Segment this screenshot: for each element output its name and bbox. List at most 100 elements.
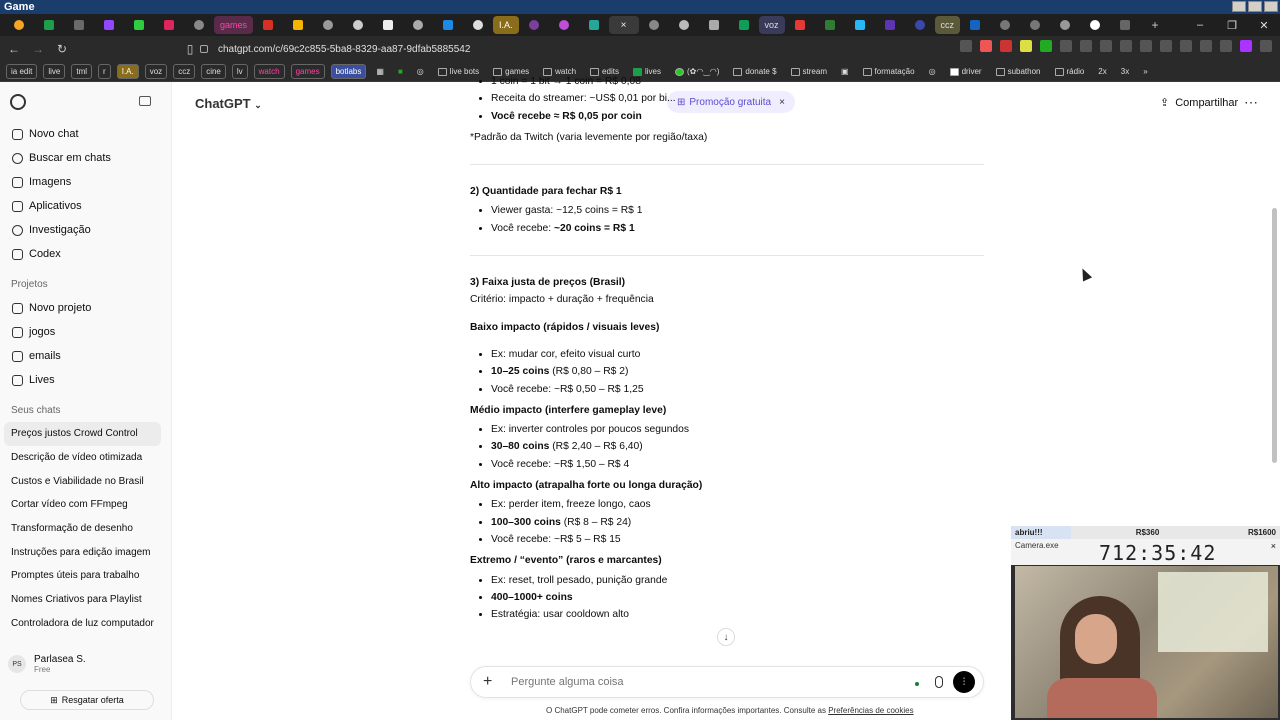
- project-item[interactable]: emails: [0, 344, 171, 368]
- bookmark-icon[interactable]: ◎: [413, 65, 428, 78]
- brave-shield-icon[interactable]: [980, 40, 992, 52]
- sidebar-item-research[interactable]: Investigação: [0, 218, 171, 242]
- bookmark-item[interactable]: games: [290, 64, 325, 79]
- bookmark-item[interactable]: lv: [231, 64, 248, 79]
- chat-item[interactable]: Descrição de vídeo otimizada: [0, 446, 171, 470]
- bookmark-item[interactable]: voz: [144, 64, 168, 79]
- chat-item[interactable]: Instruções para edição imagem: [0, 540, 171, 564]
- sidebar-item-new-chat[interactable]: Novo chat: [0, 122, 171, 146]
- bookmark-folder[interactable]: live bots: [434, 65, 483, 78]
- browser-tab-active[interactable]: ×: [608, 16, 639, 34]
- browser-tab[interactable]: [313, 16, 343, 34]
- bookmark-folder[interactable]: rádio: [1051, 65, 1089, 78]
- project-new[interactable]: Novo projeto: [0, 296, 171, 320]
- microphone-icon[interactable]: [935, 676, 943, 688]
- browser-tab-ia[interactable]: I.A.: [493, 16, 519, 34]
- sidebar-item-search[interactable]: Buscar em chats: [0, 146, 171, 170]
- bookmark-icon[interactable]: ■: [394, 65, 407, 78]
- browser-tab-voz[interactable]: voz: [758, 16, 785, 34]
- scroll-down-button[interactable]: ↓: [717, 628, 735, 646]
- bookmark-item[interactable]: ccz: [173, 64, 196, 79]
- chat-item[interactable]: Controladora de luz computador: [0, 612, 171, 636]
- browser-tab[interactable]: [1050, 16, 1080, 34]
- downloads-icon[interactable]: [1140, 40, 1152, 52]
- wallet-icon[interactable]: [1180, 40, 1192, 52]
- browser-tab[interactable]: [845, 16, 875, 34]
- sidebar-item-images[interactable]: Imagens: [0, 170, 171, 194]
- browser-tab[interactable]: [669, 16, 699, 34]
- plus-icon[interactable]: +: [483, 673, 499, 691]
- bookmark-item[interactable]: ia edit: [6, 64, 38, 79]
- browser-tab[interactable]: [1110, 16, 1140, 34]
- browser-tab[interactable]: [154, 16, 184, 34]
- menu-icon[interactable]: [1260, 40, 1272, 52]
- bookmark-icon[interactable]: ▯: [180, 42, 200, 56]
- chat-item[interactable]: Custos e Viabilidade no Brasil: [0, 469, 171, 493]
- bookmark-item[interactable]: I.A.: [116, 64, 139, 79]
- browser-tab[interactable]: [960, 16, 990, 34]
- sidebar-icon[interactable]: [1160, 40, 1172, 52]
- chat-item[interactable]: Nomes Criativos para Playlist: [0, 588, 171, 612]
- browser-tab[interactable]: [184, 16, 214, 34]
- chat-item[interactable]: Transformação de desenho: [0, 517, 171, 541]
- more-bookmarks-icon[interactable]: »: [1139, 65, 1151, 78]
- scrollbar[interactable]: [1272, 208, 1277, 463]
- bookmark-item[interactable]: watch: [253, 64, 285, 79]
- extension-icon[interactable]: [1040, 40, 1052, 52]
- bookmark-item[interactable]: 2x: [1094, 65, 1110, 78]
- window-controls[interactable]: [1232, 1, 1278, 12]
- bookmark-item[interactable]: tml: [71, 64, 93, 79]
- extension-icon[interactable]: [1220, 40, 1232, 52]
- share-button[interactable]: ⇪ Compartilhar: [1160, 96, 1238, 110]
- minimize-icon[interactable]: –: [1184, 14, 1216, 36]
- project-item[interactable]: jogos: [0, 320, 171, 344]
- browser-tab[interactable]: [990, 16, 1020, 34]
- browser-tab[interactable]: [579, 16, 609, 34]
- browser-tab[interactable]: [403, 16, 433, 34]
- cookie-preferences-link[interactable]: Preferências de cookies: [828, 706, 913, 715]
- bookmark-item[interactable]: live: [43, 64, 66, 79]
- close-icon[interactable]: ×: [1271, 541, 1276, 551]
- new-tab-button[interactable]: +: [1140, 16, 1170, 34]
- extension-icon[interactable]: [1000, 40, 1012, 52]
- forward-icon[interactable]: →: [28, 42, 48, 56]
- user-profile[interactable]: PS Parlasea S. Free: [8, 654, 86, 674]
- extension-icon[interactable]: [1080, 40, 1092, 52]
- apps-grid-icon[interactable]: ▦: [372, 65, 388, 78]
- browser-tab[interactable]: [4, 16, 34, 34]
- bookmark-item[interactable]: botlabs: [330, 64, 367, 79]
- sidebar-item-codex[interactable]: Codex: [0, 242, 171, 266]
- more-options-icon[interactable]: ⋯: [1244, 94, 1258, 111]
- close-window-icon[interactable]: ✕: [1248, 14, 1280, 36]
- voice-mode-button[interactable]: ⫶: [953, 671, 975, 693]
- bookmark-folder[interactable]: subathon: [992, 65, 1045, 78]
- redeem-offer-button[interactable]: ⊞ Resgatar oferta: [20, 690, 154, 710]
- browser-tab[interactable]: [94, 16, 124, 34]
- model-selector[interactable]: ChatGPT ⌄: [195, 96, 262, 111]
- bookmark-item[interactable]: r: [98, 64, 111, 79]
- chat-item[interactable]: Cortar vídeo com FFmpeg: [0, 493, 171, 517]
- browser-tab[interactable]: [1020, 16, 1050, 34]
- extension-icon[interactable]: [1100, 40, 1112, 52]
- extension-icon[interactable]: [1020, 40, 1032, 52]
- browser-tab[interactable]: [519, 16, 549, 34]
- browser-tab[interactable]: [729, 16, 759, 34]
- prompt-input[interactable]: [511, 676, 911, 688]
- sidebar-toggle-icon[interactable]: [139, 96, 151, 106]
- browser-tab[interactable]: [699, 16, 729, 34]
- browser-tab[interactable]: [34, 16, 64, 34]
- extension-icon[interactable]: [1120, 40, 1132, 52]
- restore-icon[interactable]: ❐: [1216, 14, 1248, 36]
- browser-tab[interactable]: [549, 16, 579, 34]
- browser-tab[interactable]: [875, 16, 905, 34]
- project-item[interactable]: Lives: [0, 368, 171, 392]
- browser-tab[interactable]: [905, 16, 935, 34]
- browser-tab[interactable]: [253, 16, 283, 34]
- browser-tab[interactable]: [463, 16, 493, 34]
- share-page-icon[interactable]: [960, 40, 972, 52]
- browser-tab[interactable]: [343, 16, 373, 34]
- browser-tab[interactable]: [373, 16, 403, 34]
- sidebar-item-apps[interactable]: Aplicativos: [0, 194, 171, 218]
- bookmark-item[interactable]: cine: [201, 64, 226, 79]
- chat-item[interactable]: Promptes úteis para trabalho: [0, 564, 171, 588]
